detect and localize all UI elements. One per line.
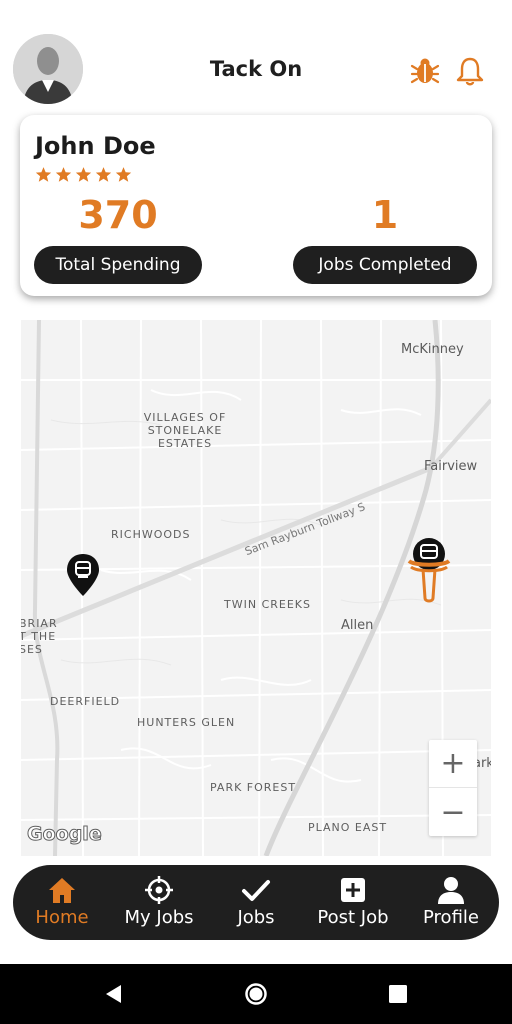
user-name: John Doe bbox=[35, 132, 156, 160]
bell-icon[interactable] bbox=[455, 55, 485, 87]
map-area-label: PARK FOREST bbox=[210, 781, 297, 794]
system-navigation-bar bbox=[0, 964, 512, 1024]
nav-label: Home bbox=[35, 907, 89, 928]
jobs-completed-button[interactable]: Jobs Completed bbox=[293, 246, 477, 284]
bug-icon[interactable] bbox=[410, 55, 440, 87]
app-header: Tack On bbox=[0, 0, 512, 110]
bottom-navigation: Home My Jobs Jobs Post Job Profile bbox=[13, 865, 499, 940]
map-city-label: Fairview bbox=[424, 459, 478, 474]
job-location-marker[interactable] bbox=[65, 552, 101, 598]
map-area-label: DEERFIELD bbox=[50, 695, 121, 708]
home-icon bbox=[49, 878, 75, 903]
total-spending-value: 370 bbox=[78, 193, 158, 237]
zoom-controls: + − bbox=[429, 740, 477, 836]
back-icon[interactable] bbox=[102, 982, 126, 1006]
star-icon bbox=[75, 167, 92, 182]
map-view[interactable]: VILLAGES OF STONELAKE ESTATES RICHWOODS … bbox=[21, 320, 491, 856]
star-icon bbox=[35, 167, 52, 182]
google-logo[interactable]: Google bbox=[27, 823, 103, 846]
nav-label: Profile bbox=[423, 907, 479, 928]
recents-icon[interactable] bbox=[386, 982, 410, 1006]
star-icon bbox=[115, 167, 132, 182]
nav-post-job[interactable]: Post Job bbox=[305, 865, 401, 940]
zoom-out-button[interactable]: − bbox=[429, 788, 477, 836]
map-area-label: PLANO EAST bbox=[308, 821, 388, 834]
map-area-label: VILLAGES OF STONELAKE ESTATES bbox=[143, 411, 227, 450]
map-city-label: McKinney bbox=[401, 342, 464, 357]
star-icon bbox=[95, 167, 112, 182]
map-area-label: HUNTERS GLEN bbox=[137, 716, 236, 729]
map-area-label: BRIAR T THE SES bbox=[21, 617, 58, 656]
nav-jobs[interactable]: Jobs bbox=[223, 865, 289, 940]
nav-my-jobs[interactable]: My Jobs bbox=[117, 865, 201, 940]
check-icon bbox=[242, 880, 270, 901]
map-city-label: Allen bbox=[341, 618, 374, 633]
crosshair-icon bbox=[145, 876, 173, 904]
map-area-label: TWIN CREEKS bbox=[224, 598, 311, 611]
map-area-label: RICHWOODS bbox=[111, 528, 191, 541]
nav-profile[interactable]: Profile bbox=[415, 865, 487, 940]
nav-label: Post Job bbox=[317, 907, 389, 928]
rating-stars bbox=[35, 166, 132, 183]
profile-summary-card: John Doe 370 1 Total Spending Jobs Compl… bbox=[20, 115, 492, 296]
plus-box-icon bbox=[341, 878, 365, 902]
nav-home[interactable]: Home bbox=[25, 865, 99, 940]
star-icon bbox=[55, 167, 72, 182]
zoom-in-button[interactable]: + bbox=[429, 740, 477, 788]
person-icon bbox=[438, 877, 464, 904]
jobs-completed-value: 1 bbox=[371, 193, 399, 237]
total-spending-button[interactable]: Total Spending bbox=[34, 246, 202, 284]
home-circle-icon[interactable] bbox=[244, 982, 268, 1006]
nav-label: My Jobs bbox=[124, 907, 194, 928]
current-location-marker[interactable] bbox=[405, 536, 453, 604]
nav-label: Jobs bbox=[237, 907, 275, 928]
